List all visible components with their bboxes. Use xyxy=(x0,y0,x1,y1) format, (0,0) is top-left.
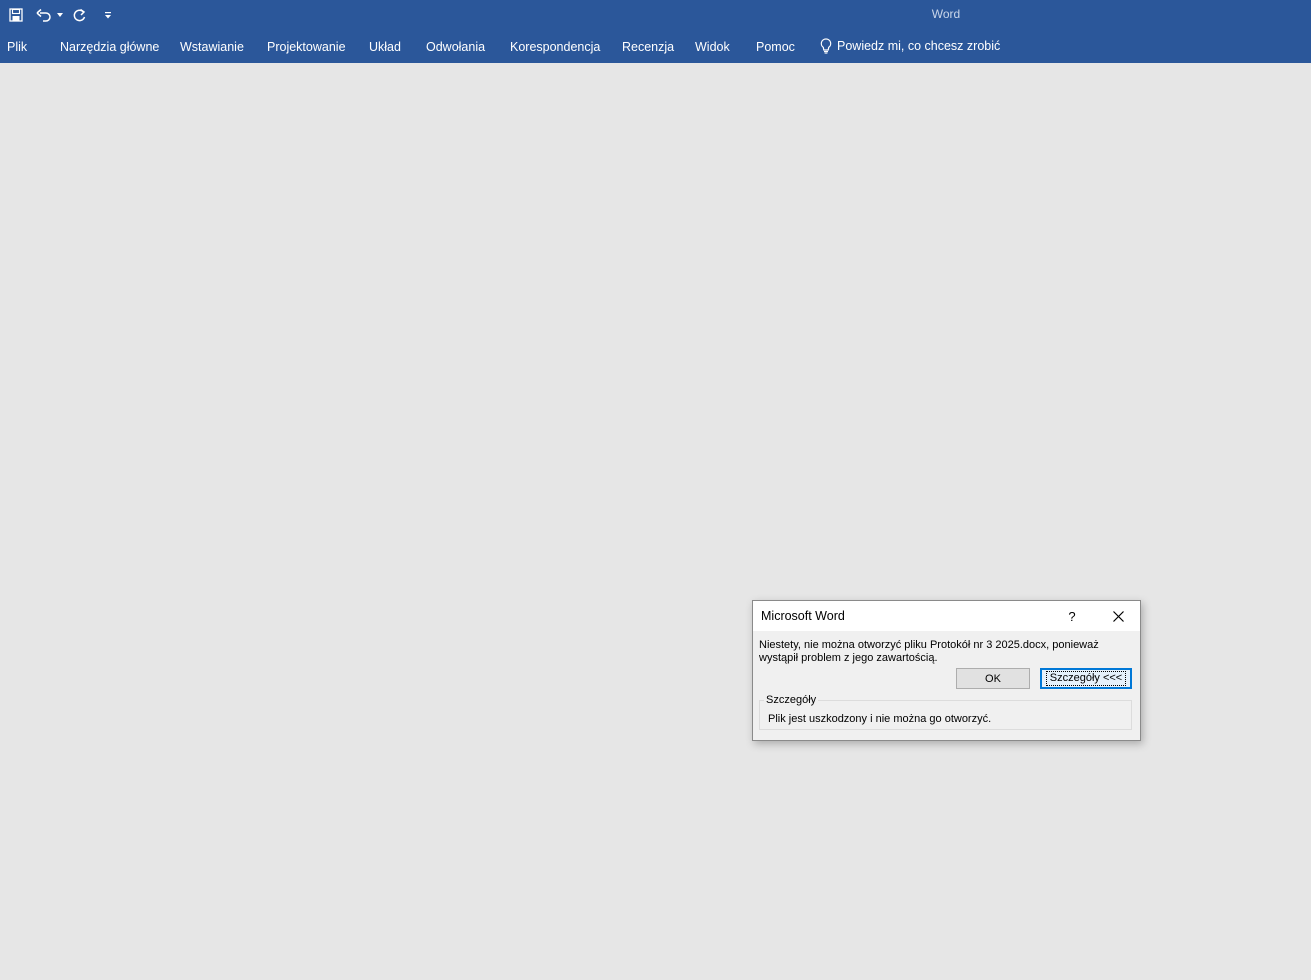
close-button[interactable] xyxy=(1103,601,1133,631)
help-icon: ? xyxy=(1068,608,1076,624)
title-bar: Word xyxy=(0,0,1311,30)
redo-button[interactable] xyxy=(70,4,88,26)
redo-icon xyxy=(73,8,85,21)
error-message-line: Niestety, nie można otworzyć pliku Proto… xyxy=(759,639,1099,651)
details-text: Plik jest uszkodzony i nie można go otwo… xyxy=(768,713,992,725)
tell-me-label: Powiedz mi, co chcesz zrobić xyxy=(837,39,1001,53)
dialog-title-bar: Microsoft Word ? xyxy=(753,601,1140,631)
customize-toolbar-icon xyxy=(105,12,111,19)
details-toggle-button[interactable]: Szczegóły <<< xyxy=(1040,668,1132,689)
document-workspace xyxy=(0,63,1311,980)
close-icon xyxy=(1112,610,1124,622)
tab-review[interactable]: Recenzja xyxy=(622,40,674,54)
ok-button[interactable]: OK xyxy=(956,668,1030,689)
error-message-line: wystąpił problem z jego zawartością. xyxy=(759,652,938,664)
dialog-title: Microsoft Word xyxy=(761,609,845,623)
tab-design[interactable]: Projektowanie xyxy=(267,40,346,54)
error-message: Niestety, nie można otworzyć pliku Proto… xyxy=(759,639,1134,665)
save-button[interactable] xyxy=(6,4,26,26)
customize-toolbar-button[interactable] xyxy=(101,4,115,26)
tab-references[interactable]: Odwołania xyxy=(426,40,485,54)
tab-help[interactable]: Pomoc xyxy=(756,40,795,54)
tab-layout[interactable]: Układ xyxy=(369,40,401,54)
tab-mailings[interactable]: Korespondencja xyxy=(510,40,600,54)
chevron-down-icon xyxy=(57,13,63,17)
details-toggle-label: Szczegóły <<< xyxy=(1045,671,1127,686)
app-title: Word xyxy=(931,7,961,21)
tab-home[interactable]: Narzędzia główne xyxy=(60,40,159,54)
error-dialog: Microsoft Word ? Niestety, nie można otw… xyxy=(752,600,1141,741)
undo-button[interactable] xyxy=(35,4,53,26)
details-legend: Szczegóły xyxy=(764,694,819,706)
save-icon xyxy=(9,8,23,22)
tab-view[interactable]: Widok xyxy=(695,40,730,54)
undo-dropdown-button[interactable] xyxy=(55,4,65,26)
tab-insert[interactable]: Wstawianie xyxy=(180,40,244,54)
tab-file[interactable]: Plik xyxy=(7,40,27,54)
lightbulb-icon xyxy=(820,38,832,54)
undo-icon xyxy=(36,8,51,22)
help-button[interactable]: ? xyxy=(1057,601,1087,631)
details-group: Szczegóły Plik jest uszkodzony i nie moż… xyxy=(759,694,1132,730)
tell-me-search[interactable]: Powiedz mi, co chcesz zrobić xyxy=(820,38,1000,54)
ribbon-tab-bar: Plik Narzędzia główne Wstawianie Projekt… xyxy=(0,30,1311,63)
